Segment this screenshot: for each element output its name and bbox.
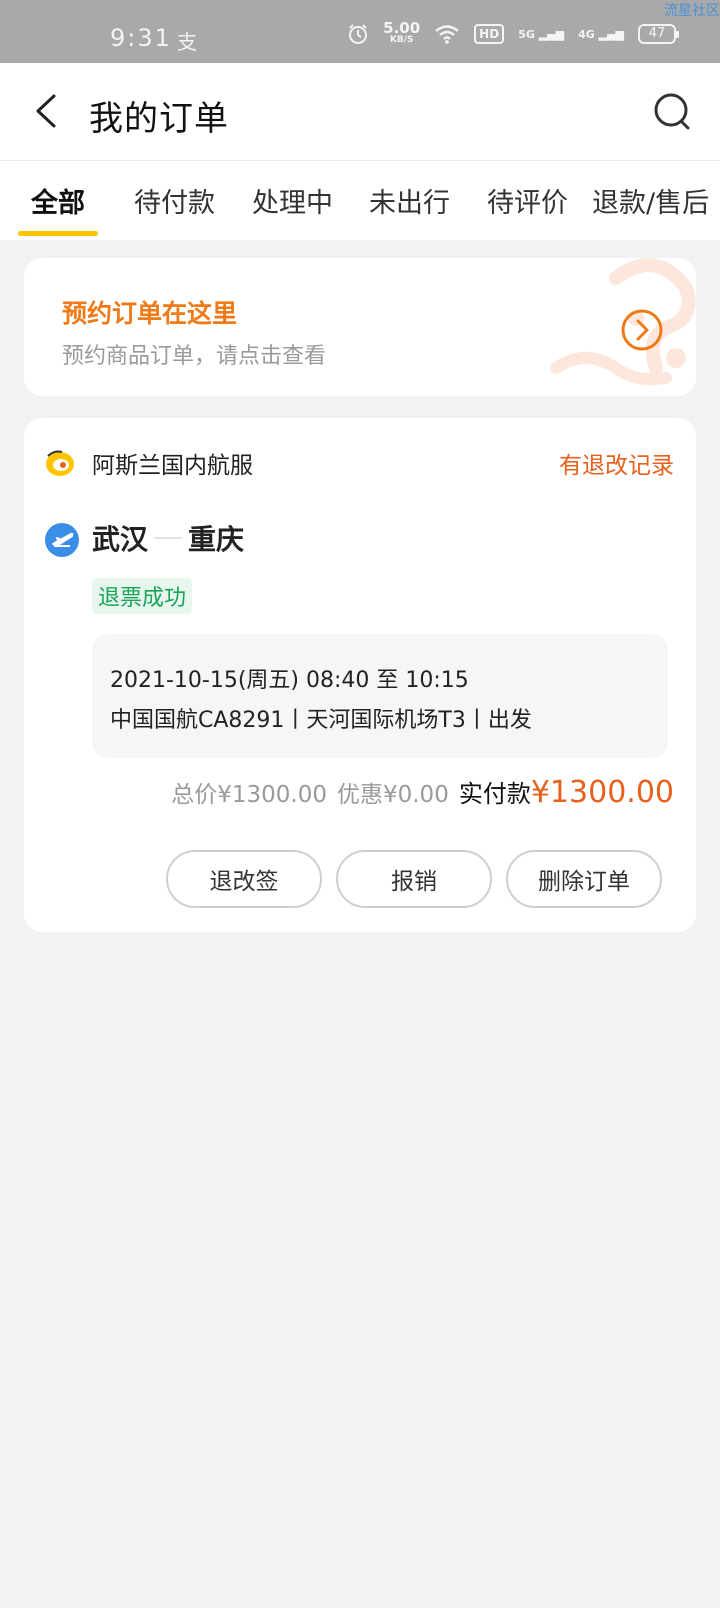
signal-4g-icon: 4G ▂▄▆: [578, 27, 624, 41]
shop-name[interactable]: 阿斯兰国内航服: [92, 446, 253, 480]
app-notification-icon: 支: [177, 30, 197, 54]
price-summary: 总价¥1300.00 优惠¥0.00 实付款 ¥1300.00: [171, 774, 674, 810]
tab-processing[interactable]: 处理中: [252, 181, 333, 220]
route-to: 重庆: [188, 523, 245, 556]
tab-pending-payment[interactable]: 待付款: [134, 181, 215, 220]
flight-route: 武汉 重庆: [92, 518, 244, 558]
flight-icon: [44, 522, 80, 558]
reservation-orders-banner[interactable]: 预约订单在这里 预约商品订单，请点击查看: [24, 258, 696, 396]
alarm-icon: [347, 23, 369, 45]
decorative-pattern: [550, 258, 696, 386]
paid-amount: ¥1300.00: [530, 775, 674, 810]
hd-icon: HD: [474, 24, 505, 44]
watermark: 流星社区: [664, 3, 720, 19]
promo-title: 预约订单在这里: [62, 299, 238, 328]
status-badge: 退票成功: [92, 578, 193, 614]
promo-subtitle: 预约商品订单，请点击查看: [62, 344, 327, 369]
wifi-icon: [434, 24, 460, 44]
order-card[interactable]: 阿斯兰国内航服 有退改记录 武汉 重庆 退票成功 2021-10-15(周五) …: [24, 418, 696, 932]
total-price: 总价¥1300.00: [171, 782, 327, 808]
paid-label: 实付款: [458, 780, 531, 808]
flight-info-box: 2021-10-15(周五) 08:40 至 10:15 中国国航CA8291丨…: [92, 634, 668, 758]
page-title: 我的订单: [89, 99, 229, 139]
flight-detail: 中国国航CA8291丨天河国际机场T3丨出发: [110, 708, 532, 733]
status-bar: 9:31 支 5.00 KB/S HD 5G ▂▄▆ 4G ▂▄▆ 47 流星社…: [0, 0, 720, 63]
reimburse-button[interactable]: 报销: [336, 850, 492, 908]
change-refund-button[interactable]: 退改签: [166, 850, 322, 908]
battery-icon: 47: [638, 24, 679, 44]
flight-time: 2021-10-15(周五) 08:40 至 10:15: [110, 668, 469, 693]
signal-5g-icon: 5G ▂▄▆: [518, 27, 565, 41]
route-from: 武汉: [92, 523, 149, 556]
search-icon[interactable]: [652, 91, 696, 135]
refund-record-link[interactable]: 有退改记录: [559, 446, 674, 480]
shop-logo-icon: [44, 448, 76, 478]
status-time: 9:31: [110, 24, 172, 52]
status-icons: 5.00 KB/S HD 5G ▂▄▆ 4G ▂▄▆ 47: [347, 19, 679, 46]
header: 我的订单: [0, 63, 720, 160]
discount: 优惠¥0.00: [336, 782, 449, 808]
route-separator: [154, 537, 183, 539]
net-speed: 5.00 KB/S: [383, 19, 421, 46]
chevron-right-circle-icon[interactable]: [620, 308, 664, 352]
order-tabs: 全部 待付款 处理中 未出行 待评价 退款/售后: [0, 160, 720, 240]
delete-order-button[interactable]: 删除订单: [506, 850, 662, 908]
tab-all[interactable]: 全部: [31, 181, 85, 220]
tab-refund-aftersale[interactable]: 退款/售后: [592, 181, 709, 220]
chevron-left-icon[interactable]: [30, 93, 66, 129]
tab-not-traveled[interactable]: 未出行: [369, 181, 450, 220]
tab-pending-review[interactable]: 待评价: [487, 181, 568, 220]
tab-active-indicator: [18, 231, 98, 236]
